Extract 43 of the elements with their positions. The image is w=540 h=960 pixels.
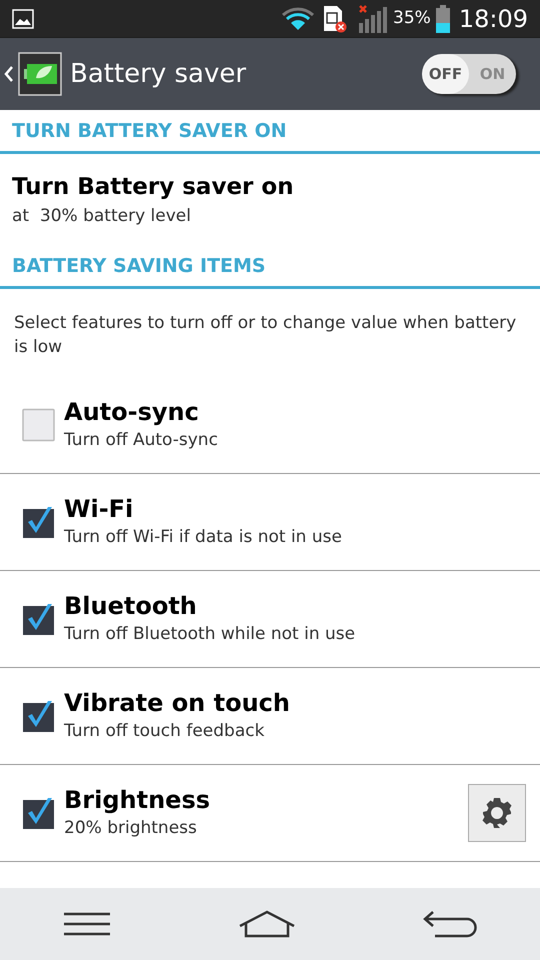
setting-subtitle: at 30% battery level	[12, 205, 192, 228]
item-subtitle: Turn off Auto-sync	[64, 429, 219, 452]
battery-percentage: 35%	[393, 6, 431, 30]
settings-icon	[481, 797, 513, 829]
setting-title: Turn Battery saver on	[12, 172, 295, 202]
feature-row[interactable]: Auto-sync Turn off Auto-sync	[0, 377, 540, 474]
clock: 18:09	[458, 4, 528, 34]
item-title: Wi-Fi	[64, 494, 134, 526]
checkbox-checked[interactable]	[22, 796, 56, 830]
item-subtitle: Turn off touch feedback	[64, 720, 266, 744]
section-header: BATTERY SAVING ITEMS	[12, 254, 266, 278]
checkbox-checked[interactable]	[22, 602, 56, 636]
item-title: Brightness	[64, 785, 212, 816]
signal-icon	[359, 4, 390, 34]
screen-title: Battery saver	[70, 58, 246, 90]
feature-row[interactable]: Vibrate on touch Turn off touch feedback	[0, 668, 540, 765]
item-subtitle: Turn off Bluetooth while not in use	[64, 623, 356, 646]
back-chevron-icon	[4, 65, 14, 83]
feature-row[interactable]: Wi-Fi Turn off Wi-Fi if data is not in use	[0, 474, 540, 571]
checkbox-checked[interactable]	[22, 699, 56, 733]
item-title: Vibrate on touch	[64, 688, 291, 720]
item-title: Bluetooth	[64, 591, 198, 622]
description-text: Select features to turn off or to change value when battery is low	[13, 312, 518, 359]
image-notification-icon	[12, 8, 34, 28]
back-button[interactable]	[4, 52, 62, 96]
feature-row[interactable]: Brightness 20% brightness	[0, 765, 540, 862]
checkbox-checked[interactable]	[22, 505, 56, 539]
checkbox-unchecked[interactable]	[22, 408, 56, 442]
section-header: TURN BATTERY SAVER ON	[12, 118, 287, 144]
menu-icon[interactable]	[63, 912, 112, 936]
sim-card-error-icon	[323, 4, 348, 32]
back-icon[interactable]	[422, 910, 477, 938]
home-icon[interactable]	[238, 910, 296, 938]
feature-row[interactable]: Bluetooth Turn off Bluetooth while not in use	[0, 571, 540, 668]
battery-saver-switch[interactable]: OFF ON	[422, 54, 516, 94]
wifi-icon	[281, 6, 316, 32]
battery-icon	[434, 4, 451, 34]
item-title: Auto-sync	[64, 397, 200, 428]
settings-button[interactable]	[468, 784, 526, 842]
item-subtitle: Turn off Wi-Fi if data is not in use	[64, 526, 343, 550]
battery-leaf-icon	[18, 52, 62, 96]
battery-level-setting[interactable]: Turn Battery saver on at 30% battery level	[0, 154, 540, 245]
item-subtitle: 20% brightness	[64, 817, 198, 840]
